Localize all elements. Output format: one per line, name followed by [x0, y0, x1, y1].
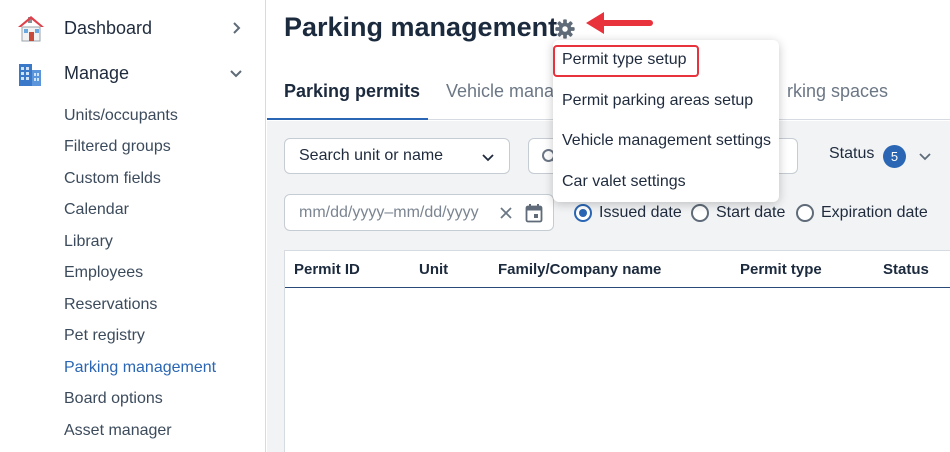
sidebar-item-asset-manager[interactable]: Asset manager	[64, 422, 172, 440]
sidebar: Dashboard Manage Units/occupants Filtere…	[0, 0, 266, 452]
sidebar-item-custom-fields[interactable]: Custom fields	[64, 170, 161, 188]
search-by-select[interactable]: Search unit or name	[284, 138, 510, 174]
search-by-value: Search unit or name	[299, 147, 444, 164]
chevron-down-icon[interactable]	[918, 149, 932, 163]
sidebar-item-parking-management[interactable]: Parking management	[64, 359, 216, 377]
building-icon	[19, 64, 41, 86]
sidebar-item-reservations[interactable]: Reservations	[64, 296, 157, 314]
status-filter-label[interactable]: Status	[829, 145, 874, 163]
radio-label: Issued date	[599, 204, 682, 221]
active-tab-indicator	[267, 118, 428, 120]
sidebar-item-board-options[interactable]: Board options	[64, 390, 163, 408]
column-header-status[interactable]: Status	[883, 261, 929, 278]
radio-issued-date[interactable]: Issued date	[574, 203, 682, 223]
column-header-permit-id[interactable]: Permit ID	[294, 261, 360, 278]
menu-item-vehicle-management-settings[interactable]: Vehicle management settings	[562, 132, 771, 150]
radio-button	[691, 204, 709, 222]
settings-dropdown-menu: Permit type setup Permit parking areas s…	[553, 40, 779, 202]
permits-table: Permit ID Unit Family/Company name Permi…	[284, 250, 950, 452]
menu-item-car-valet-settings[interactable]: Car valet settings	[562, 173, 686, 191]
home-icon	[18, 16, 44, 42]
sidebar-item-label: Dashboard	[64, 17, 153, 38]
radio-start-date[interactable]: Start date	[691, 203, 785, 223]
tab-vehicle-management[interactable]: Vehicle mana	[446, 81, 554, 102]
date-range-placeholder: mm/dd/yyyy–mm/dd/yyyy	[299, 204, 479, 221]
table-header: Permit ID Unit Family/Company name Permi…	[285, 251, 950, 288]
page-title: Parking management	[284, 12, 558, 42]
sidebar-item-units-occupants[interactable]: Units/occupants	[64, 107, 178, 125]
radio-label: Start date	[716, 204, 786, 221]
radio-expiration-date[interactable]: Expiration date	[796, 203, 928, 223]
column-header-family-company-name[interactable]: Family/Company name	[498, 261, 661, 278]
tab-parking-spaces[interactable]: rking spaces	[787, 81, 888, 102]
close-icon[interactable]	[498, 205, 514, 221]
radio-label: Expiration date	[821, 204, 928, 221]
chevron-down-icon	[230, 70, 242, 78]
date-range-input[interactable]: mm/dd/yyyy–mm/dd/yyyy	[284, 194, 554, 231]
sidebar-item-dashboard[interactable]: Dashboard	[0, 10, 266, 46]
sidebar-item-calendar[interactable]: Calendar	[64, 201, 129, 219]
calendar-icon[interactable]	[525, 203, 543, 223]
sidebar-item-pet-registry[interactable]: Pet registry	[64, 327, 145, 345]
status-count-badge: 5	[883, 145, 906, 168]
annotation-arrow-icon	[586, 12, 653, 34]
sidebar-item-filtered-groups[interactable]: Filtered groups	[64, 138, 171, 156]
chevron-right-icon	[233, 22, 241, 34]
tab-parking-permits[interactable]: Parking permits	[284, 81, 420, 102]
menu-item-permit-parking-areas-setup[interactable]: Permit parking areas setup	[562, 92, 753, 110]
sidebar-item-library[interactable]: Library	[64, 233, 113, 251]
column-header-unit[interactable]: Unit	[419, 261, 448, 278]
menu-item-permit-type-setup[interactable]: Permit type setup	[562, 51, 687, 69]
sidebar-item-label: Manage	[64, 62, 130, 83]
radio-button	[796, 204, 814, 222]
column-header-permit-type[interactable]: Permit type	[740, 261, 822, 278]
sidebar-item-employees[interactable]: Employees	[64, 264, 143, 282]
sidebar-item-manage[interactable]: Manage	[0, 55, 266, 91]
radio-button	[574, 204, 592, 222]
gear-icon[interactable]	[554, 18, 576, 40]
chevron-down-icon	[482, 154, 494, 162]
